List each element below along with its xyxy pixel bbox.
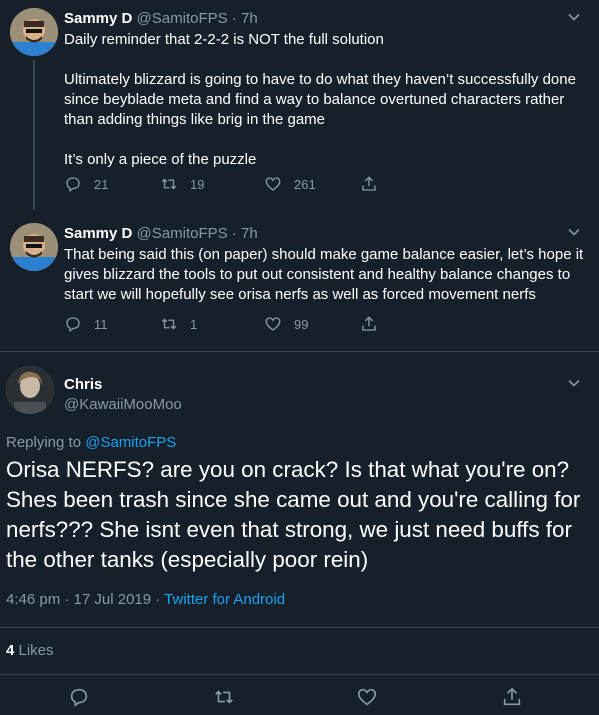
- replying-to-link[interactable]: @SamitoFPS: [85, 434, 176, 451]
- display-name[interactable]: Sammy D: [64, 225, 132, 242]
- user-handle[interactable]: @SamitoFPS: [137, 10, 228, 27]
- share-button[interactable]: [360, 315, 390, 333]
- retweet-button[interactable]: [213, 686, 235, 708]
- tweet-meta: 4:46 pm · 17 Jul 2019 · Twitter for Andr…: [6, 591, 285, 608]
- tweet-line: That being said this (on paper) should m…: [64, 246, 584, 303]
- tweet-line: It’s only a piece of the puzzle: [64, 151, 257, 168]
- avatar[interactable]: [10, 223, 58, 271]
- user-handle[interactable]: @SamitoFPS: [137, 225, 228, 242]
- tweet-text: Daily reminder that 2-2-2 is NOT the ful…: [64, 30, 584, 170]
- divider: [0, 351, 599, 352]
- retweet-button[interactable]: 1: [160, 315, 197, 333]
- reply-icon: [70, 688, 88, 707]
- tweet-header: Sammy D @SamitoFPS · 7h: [64, 225, 258, 242]
- divider: [0, 674, 599, 675]
- share-button[interactable]: [501, 686, 523, 708]
- tweet-line: Ultimately blizzard is going to have to …: [64, 71, 576, 128]
- retweet-count: 19: [190, 176, 205, 192]
- like-button[interactable]: [356, 686, 378, 708]
- retweet-icon: [215, 690, 233, 704]
- heart-icon: [265, 317, 281, 331]
- likes-summary[interactable]: 4 Likes: [6, 642, 54, 659]
- like-count: 99: [294, 316, 309, 332]
- divider: [0, 627, 599, 628]
- reply-button[interactable]: 21: [64, 175, 108, 193]
- reply-button[interactable]: [68, 686, 90, 708]
- display-name[interactable]: Sammy D: [64, 10, 132, 27]
- tweet-time[interactable]: 7h: [241, 10, 258, 27]
- avatar[interactable]: [10, 8, 58, 56]
- reply-icon: [66, 317, 80, 333]
- tweet-1[interactable]: Sammy D @SamitoFPS · 7h Daily reminder t…: [0, 0, 599, 210]
- tweet-header: Sammy D @SamitoFPS · 7h: [64, 10, 258, 27]
- tweet-timestamp[interactable]: 4:46 pm · 17 Jul 2019 ·: [6, 591, 164, 608]
- tweet-actions: 21 19 261: [64, 175, 424, 197]
- tweet-actions: 11 1 99: [64, 315, 424, 337]
- chevron-down-icon[interactable]: [567, 225, 581, 239]
- like-button[interactable]: 261: [264, 175, 316, 193]
- retweet-icon: [161, 178, 177, 190]
- share-icon: [362, 176, 376, 191]
- tweet-line: Daily reminder that 2-2-2 is NOT the ful…: [64, 31, 384, 48]
- heart-icon: [357, 688, 377, 706]
- retweet-count: 1: [190, 316, 198, 332]
- user-handle[interactable]: @KawaiiMooMoo: [64, 396, 182, 413]
- chevron-down-icon[interactable]: [567, 10, 581, 24]
- like-count: 261: [294, 176, 316, 192]
- share-icon: [362, 316, 376, 331]
- main-tweet-text: Orisa NERFS? are you on crack? Is that w…: [6, 457, 581, 572]
- tweet-time[interactable]: 7h: [241, 225, 258, 242]
- main-tweet-actions: [0, 686, 599, 710]
- share-button[interactable]: [360, 175, 390, 193]
- tweet-text: That being said this (on paper) should m…: [64, 245, 584, 305]
- replying-to: Replying to @SamitoFPS: [6, 434, 176, 451]
- reply-icon: [66, 177, 80, 193]
- tweet-source[interactable]: Twitter for Android: [164, 591, 285, 608]
- chevron-down-icon[interactable]: [567, 376, 581, 390]
- display-name[interactable]: Chris: [64, 376, 102, 393]
- thread-line: [33, 60, 35, 210]
- reply-count: 21: [94, 176, 109, 192]
- likes-label: Likes: [14, 642, 54, 659]
- retweet-icon: [161, 318, 177, 330]
- retweet-button[interactable]: 19: [160, 175, 204, 193]
- replying-prefix: Replying to: [6, 434, 86, 451]
- avatar[interactable]: [6, 366, 54, 414]
- reply-count: 11: [94, 316, 108, 332]
- tweet-2[interactable]: Sammy D @SamitoFPS · 7h That being said …: [0, 215, 599, 345]
- reply-button[interactable]: 11: [64, 315, 108, 333]
- share-icon: [503, 687, 521, 706]
- like-button[interactable]: 99: [264, 315, 308, 333]
- heart-icon: [265, 177, 281, 191]
